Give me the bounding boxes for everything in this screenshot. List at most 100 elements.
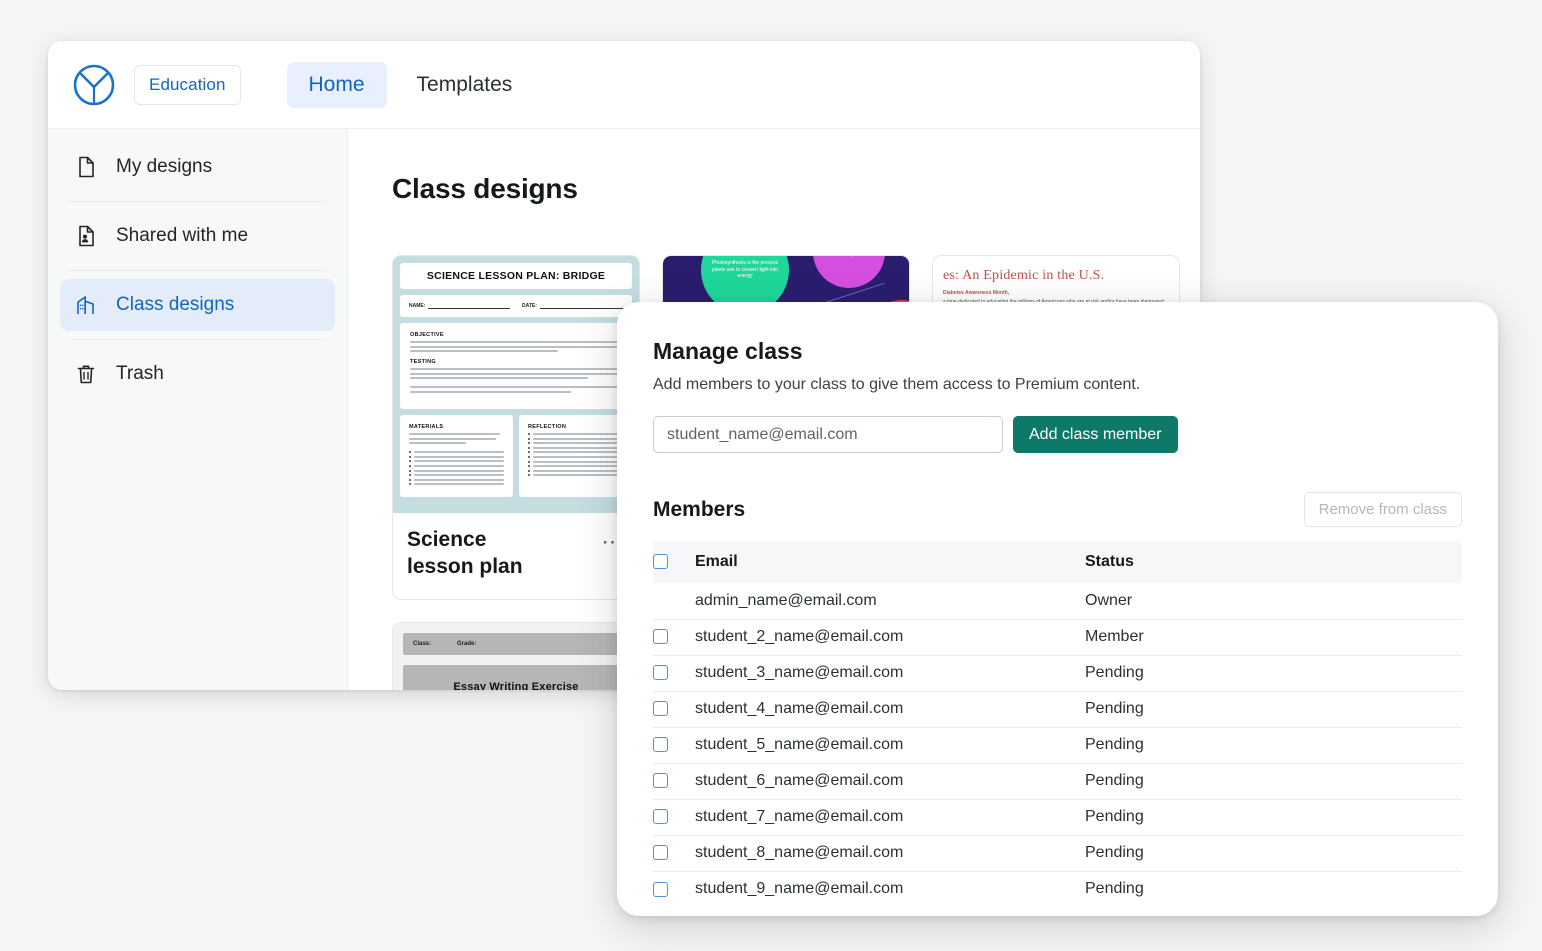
row-email: student_4_name@email.com [695,691,1085,727]
select-all-checkbox-cell[interactable] [653,541,695,583]
add-class-member-button[interactable]: Add class member [1013,416,1178,453]
members-table-body: admin_name@email.com Owner student_2_nam… [653,583,1462,907]
worksheet-two-columns: MATERIALS [400,415,632,497]
column-header-email[interactable]: Email [695,541,1085,583]
select-all-checkbox[interactable] [653,554,668,569]
design-card-title: Science lesson plan [407,527,523,581]
row-status: Owner [1085,583,1462,619]
worksheet-objective-block: OBJECTIVE TESTING [400,323,632,409]
worksheet-field-name: NAME: [409,303,510,309]
row-email: student_3_name@email.com [695,655,1085,691]
table-row[interactable]: student_3_name@email.com Pending [653,655,1462,691]
dialog-subtitle: Add members to your class to give them a… [653,376,1462,394]
row-checkbox[interactable] [653,845,668,860]
row-email: student_8_name@email.com [695,835,1085,871]
essay-fields-row: Class: Grade: [403,633,629,655]
essay-field-grade: Grade: [457,641,476,647]
document-icon [74,155,98,179]
sidebar: My designs Shared with me [48,129,348,690]
row-checkbox[interactable] [653,665,668,680]
row-checkbox[interactable] [653,773,668,788]
row-email: student_9_name@email.com [695,871,1085,907]
row-status: Pending [1085,763,1462,799]
tab-templates[interactable]: Templates [395,62,535,108]
clock-circle-logo-icon[interactable] [72,63,116,107]
worksheet-field-label: NAME: [409,303,425,309]
design-card-title-text: Science lesson plan [407,528,523,578]
row-checkbox-cell[interactable] [653,799,695,835]
row-email: student_6_name@email.com [695,763,1085,799]
remove-from-class-button[interactable]: Remove from class [1304,492,1462,527]
row-checkbox[interactable] [653,629,668,644]
worksheet-column-heading: REFLECTION [528,424,623,430]
table-row[interactable]: student_4_name@email.com Pending [653,691,1462,727]
worksheet-text-lines [410,368,622,379]
row-email: admin_name@email.com [695,583,1085,619]
shared-document-icon [74,224,98,248]
row-checkbox[interactable] [653,701,668,716]
row-email: student_5_name@email.com [695,727,1085,763]
row-checkbox-cell[interactable] [653,835,695,871]
manage-class-dialog: Manage class Add members to your class t… [617,302,1498,916]
table-row[interactable]: student_7_name@email.com Pending [653,799,1462,835]
column-header-status[interactable]: Status [1085,541,1462,583]
row-checkbox[interactable] [653,882,668,897]
sidebar-item-trash[interactable]: Trash [60,348,335,400]
add-member-row: Add class member [653,416,1462,453]
sidebar-item-my-designs[interactable]: My designs [60,141,335,193]
row-email: student_2_name@email.com [695,619,1085,655]
row-checkbox-cell[interactable] [653,871,695,907]
row-checkbox[interactable] [653,809,668,824]
row-checkbox-cell[interactable] [653,655,695,691]
worksheet-note-lines [410,386,622,393]
sidebar-item-label: Class designs [116,294,234,316]
trash-icon [74,362,98,386]
sidebar-item-label: My designs [116,156,212,178]
design-thumbnail-worksheet: SCIENCE LESSON PLAN: BRIDGE NAME: DATE: … [393,256,639,513]
worksheet-name-date-row: NAME: DATE: [400,295,632,317]
worksheet-field-date: DATE: [522,303,623,309]
email-input[interactable] [653,416,1003,453]
worksheet-materials-column: MATERIALS [400,415,513,497]
sidebar-item-class-designs[interactable]: Class designs [60,279,335,331]
table-row[interactable]: student_8_name@email.com Pending [653,835,1462,871]
worksheet-section-heading: TESTING [410,359,622,365]
table-row[interactable]: admin_name@email.com Owner [653,583,1462,619]
article-title: es: An Epidemic in the U.S. [943,268,1169,284]
design-card-essay-exercise[interactable]: Class: Grade: Essay Writing Exercise Whe… [392,622,640,690]
row-checkbox-cell[interactable] [653,619,695,655]
design-thumbnail-essay: Class: Grade: Essay Writing Exercise Whe… [393,623,639,690]
worksheet-title: SCIENCE LESSON PLAN: BRIDGE [400,263,632,289]
design-card-footer: Science lesson plan ⋯ [393,513,639,599]
table-header-row: Email Status [653,541,1462,583]
page-title: Class designs [392,173,1200,205]
app-header: Education Home Templates [48,41,1200,129]
screen-root: Education Home Templates My designs [0,0,1542,951]
table-row[interactable]: student_2_name@email.com Member [653,619,1462,655]
sidebar-item-shared-with-me[interactable]: Shared with me [60,210,335,262]
tab-home[interactable]: Home [287,62,387,108]
worksheet-text-lines [410,341,622,352]
design-card-science-lesson-plan[interactable]: SCIENCE LESSON PLAN: BRIDGE NAME: DATE: … [392,255,640,600]
brand-chip[interactable]: Education [134,65,241,105]
row-status: Pending [1085,799,1462,835]
sidebar-divider [70,270,325,271]
row-checkbox-cell[interactable] [653,763,695,799]
members-toolbar: Members Remove from class [653,492,1462,527]
worksheet-field-label: DATE: [522,303,537,309]
table-row[interactable]: student_5_name@email.com Pending [653,727,1462,763]
worksheet-reflection-column: REFLECTION [519,415,632,497]
nav-tabs: Home Templates [287,62,535,108]
table-row[interactable]: student_9_name@email.com Pending [653,871,1462,907]
row-status: Pending [1085,835,1462,871]
sidebar-divider [70,339,325,340]
table-row[interactable]: student_6_name@email.com Pending [653,763,1462,799]
row-checkbox-cell[interactable] [653,727,695,763]
sidebar-item-label: Shared with me [116,225,248,247]
worksheet-section-heading: OBJECTIVE [410,332,622,338]
dialog-title: Manage class [653,338,1462,365]
article-subtitle: Diabetes Awareness Month, [943,290,1169,296]
row-email: student_7_name@email.com [695,799,1085,835]
row-checkbox[interactable] [653,737,668,752]
row-checkbox-cell[interactable] [653,691,695,727]
